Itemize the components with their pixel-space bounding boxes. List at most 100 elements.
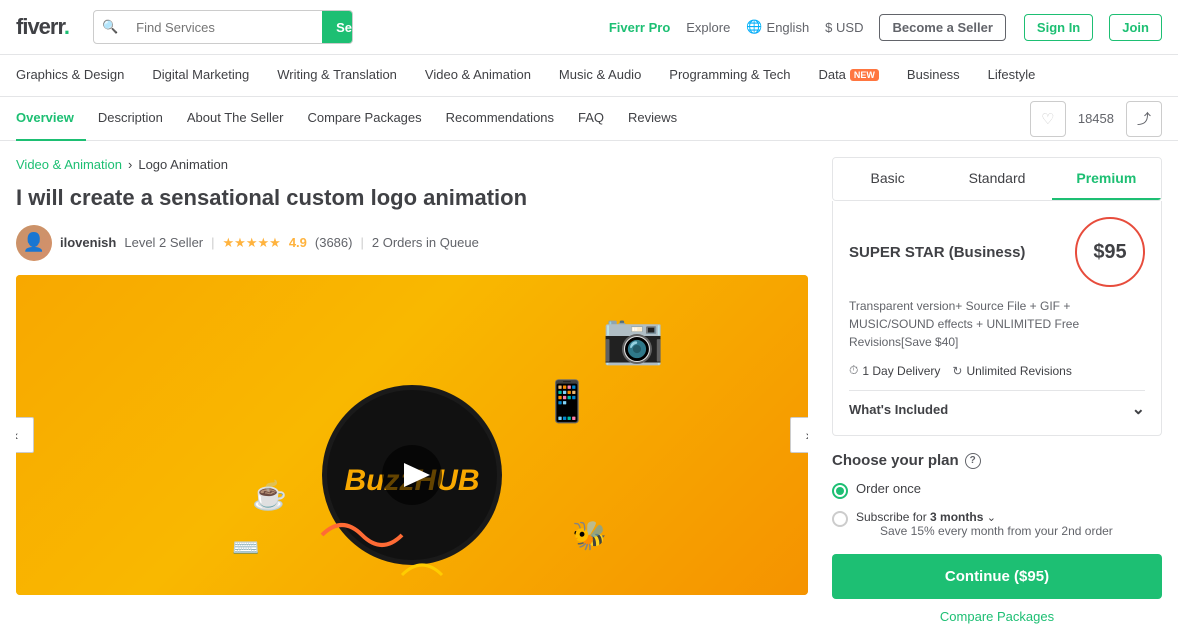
join-button[interactable]: Join — [1109, 14, 1162, 41]
cat-video-animation[interactable]: Video & Animation — [411, 55, 545, 97]
category-navigation: Graphics & Design Digital Marketing Writ… — [0, 55, 1178, 97]
seller-name[interactable]: ilovenish — [60, 235, 116, 250]
radio-dot — [836, 487, 844, 495]
package-content: SUPER STAR (Business) $95 Transparent ve… — [832, 201, 1162, 436]
chevron-down-icon: ⌄ — [1132, 399, 1145, 419]
tab-standard[interactable]: Standard — [942, 158, 1051, 200]
order-once-radio[interactable] — [832, 483, 848, 499]
gig-image: 📷 📱 BuzzHUB 🐝 ☕ ⌨️ — [16, 275, 808, 595]
rating-number: 4.9 — [289, 235, 307, 250]
cat-graphics-design[interactable]: Graphics & Design — [16, 55, 138, 97]
revisions-info: ↻ Unlimited Revisions — [952, 364, 1071, 378]
cat-business[interactable]: Business — [893, 55, 974, 97]
queue-info: 2 Orders in Queue — [372, 235, 479, 250]
help-icon[interactable]: ? — [965, 453, 981, 469]
seller-info: 👤 ilovenish Level 2 Seller | ★★★★★ 4.9 (… — [16, 225, 808, 261]
currency-selector[interactable]: $ USD — [825, 20, 863, 35]
fiverr-pro-link[interactable]: Fiverr Pro — [609, 20, 670, 35]
plan-title-text: Choose your plan — [832, 452, 959, 469]
whats-included-toggle[interactable]: What's Included ⌄ — [849, 390, 1145, 419]
package-meta: ⏱ 1 Day Delivery ↻ Unlimited Revisions — [849, 363, 1145, 378]
package-name: SUPER STAR (Business) — [849, 244, 1025, 261]
gig-title: I will create a sensational custom logo … — [16, 184, 808, 213]
explore-link[interactable]: Explore — [686, 20, 730, 35]
sign-in-button[interactable]: Sign In — [1024, 14, 1093, 41]
main-content: Video & Animation › Logo Animation I wil… — [0, 141, 1178, 640]
svg-text:🐝: 🐝 — [572, 520, 607, 552]
search-button[interactable]: Search — [322, 11, 353, 43]
search-icon: 🔍 — [94, 19, 126, 35]
carousel-next-button[interactable]: › — [790, 417, 808, 453]
cat-writing-translation[interactable]: Writing & Translation — [263, 55, 411, 97]
breadcrumb-child: Logo Animation — [138, 157, 228, 172]
cat-programming-tech[interactable]: Programming & Tech — [655, 55, 804, 97]
seller-level: Level 2 Seller — [124, 235, 203, 250]
breadcrumb-parent[interactable]: Video & Animation — [16, 157, 122, 172]
subscribe-detail: Save 15% every month from your 2nd order — [880, 524, 1113, 538]
carousel-prev-button[interactable]: ‹ — [16, 417, 34, 453]
compare-packages-link[interactable]: Compare Packages — [832, 609, 1162, 624]
logo[interactable]: fiverr. — [16, 14, 69, 40]
order-once-option[interactable]: Order once — [832, 481, 1162, 499]
right-panel: Basic Standard Premium SUPER STAR (Busin… — [832, 157, 1162, 624]
cat-data[interactable]: Data NEW — [804, 55, 892, 97]
become-seller-button[interactable]: Become a Seller — [879, 14, 1005, 41]
continue-button[interactable]: Continue ($95) — [832, 554, 1162, 599]
svg-text:📷: 📷 — [602, 310, 664, 366]
subnav-description[interactable]: Description — [86, 97, 175, 141]
delivery-text: 1 Day Delivery — [862, 364, 940, 378]
logo-text: fiverr — [16, 14, 64, 39]
subnav-faq[interactable]: FAQ — [566, 97, 616, 141]
plan-title: Choose your plan ? — [832, 452, 1162, 469]
clock-icon: ⏱ — [849, 363, 858, 378]
language-label: English — [767, 20, 810, 35]
left-panel: Video & Animation › Logo Animation I wil… — [16, 157, 808, 624]
star-rating-icon: ★★★★★ — [223, 235, 281, 251]
tab-basic[interactable]: Basic — [833, 158, 942, 200]
likes-count: 18458 — [1078, 111, 1114, 126]
subnav-compare-packages[interactable]: Compare Packages — [295, 97, 433, 141]
order-once-label: Order once — [856, 481, 921, 496]
package-description: Transparent version+ Source File + GIF +… — [849, 297, 1145, 351]
subscribe-label-container: Subscribe for 3 months ⌄ Save 15% every … — [856, 509, 1113, 538]
image-placeholder: 📷 📱 BuzzHUB 🐝 ☕ ⌨️ — [16, 275, 808, 595]
cat-digital-marketing[interactable]: Digital Marketing — [138, 55, 263, 97]
tab-premium[interactable]: Premium — [1052, 158, 1161, 200]
whats-included-label: What's Included — [849, 402, 948, 417]
subscribe-option[interactable]: Subscribe for 3 months ⌄ Save 15% every … — [832, 509, 1162, 538]
share-button[interactable]: ⤴ — [1126, 101, 1162, 137]
search-bar: 🔍 Search — [93, 10, 353, 44]
dropdown-arrow-icon: ⌄ — [987, 512, 996, 524]
sub-navigation: Overview Description About The Seller Co… — [0, 97, 1178, 141]
revisions-text: Unlimited Revisions — [966, 364, 1071, 378]
subnav-overview[interactable]: Overview — [16, 97, 86, 141]
avatar-image: 👤 — [16, 225, 52, 261]
divider: | — [211, 235, 214, 250]
svg-text:⌨️: ⌨️ — [232, 535, 259, 560]
subnav-about-seller[interactable]: About The Seller — [175, 97, 296, 141]
subnav-reviews[interactable]: Reviews — [616, 97, 689, 141]
refresh-icon: ↻ — [952, 364, 962, 378]
subnav-recommendations[interactable]: Recommendations — [434, 97, 566, 141]
svg-text:📱: 📱 — [542, 378, 592, 424]
cat-music-audio[interactable]: Music & Audio — [545, 55, 655, 97]
subscribe-prefix: Subscribe for — [856, 510, 927, 524]
subscribe-months[interactable]: 3 months — [930, 510, 983, 524]
cat-lifestyle[interactable]: Lifestyle — [974, 55, 1050, 97]
svg-text:☕: ☕ — [252, 478, 287, 512]
package-tabs: Basic Standard Premium — [832, 157, 1162, 201]
breadcrumb-arrow: › — [128, 157, 132, 172]
search-input[interactable] — [126, 11, 322, 43]
top-navigation: fiverr. 🔍 Search Fiverr Pro Explore 🌐 En… — [0, 0, 1178, 55]
avatar: 👤 — [16, 225, 52, 261]
subnav-actions: ♡ 18458 ⤴ — [1030, 101, 1162, 137]
breadcrumb: Video & Animation › Logo Animation — [16, 157, 808, 172]
nav-links: Fiverr Pro Explore 🌐 English $ USD Becom… — [609, 14, 1162, 41]
language-selector[interactable]: 🌐 English — [746, 19, 809, 35]
subscribe-label: Subscribe for 3 months ⌄ — [856, 510, 996, 524]
like-button[interactable]: ♡ — [1030, 101, 1066, 137]
subscribe-radio[interactable] — [832, 511, 848, 527]
logo-dot: . — [64, 14, 69, 39]
price-badge: $95 — [1075, 217, 1145, 287]
review-count: (3686) — [315, 235, 353, 250]
